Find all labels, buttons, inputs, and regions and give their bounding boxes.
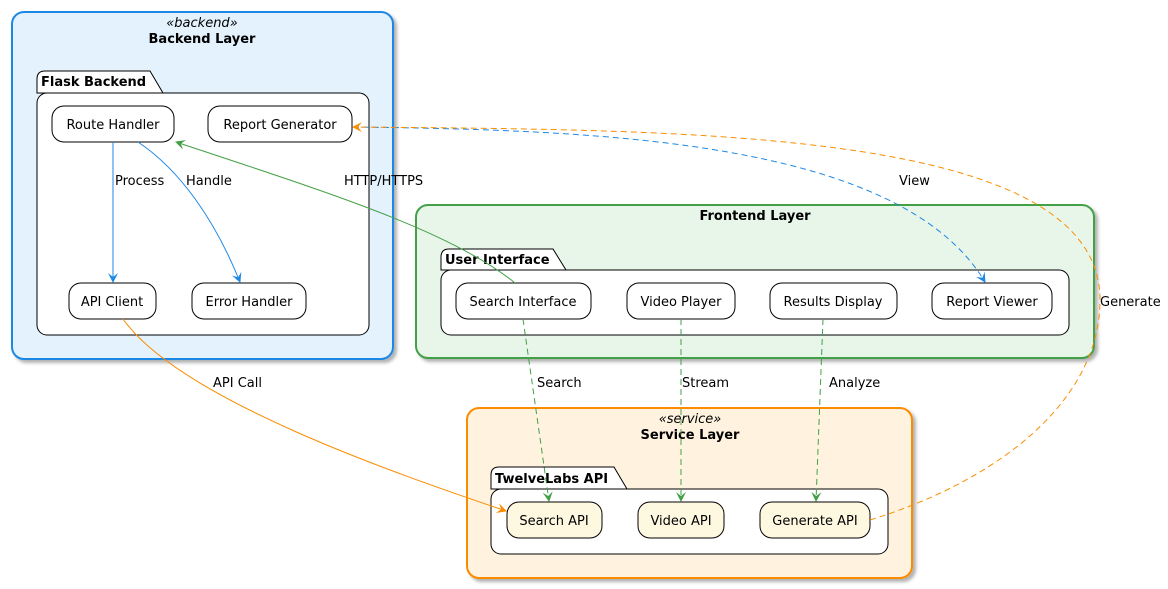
- node-label: API Client: [81, 295, 143, 310]
- node-label: Error Handler: [205, 295, 293, 310]
- node-label: Video API: [650, 514, 711, 529]
- node-label: Search API: [519, 514, 588, 529]
- edge-label-search: Search: [537, 376, 582, 391]
- edge-label-handle: Handle: [186, 174, 232, 189]
- node-results-display[interactable]: Results Display: [769, 282, 898, 320]
- backend-title: Backend Layer: [149, 32, 257, 47]
- node-label: Video Player: [640, 295, 722, 310]
- node-search-interface[interactable]: Search Interface: [455, 282, 592, 320]
- service-title: Service Layer: [641, 428, 741, 443]
- frontend-layer: Frontend Layer User Interface Search Int…: [415, 204, 1095, 359]
- node-video-api[interactable]: Video API: [637, 501, 725, 539]
- edge-label-analyze: Analyze: [829, 376, 880, 391]
- edge-label-view: View: [899, 174, 930, 189]
- node-api-client[interactable]: API Client: [68, 282, 157, 320]
- edge-label-generate: Generate: [1100, 295, 1161, 310]
- node-label: Report Viewer: [946, 295, 1038, 310]
- edge-label-api-call: API Call: [213, 376, 262, 391]
- node-label: Report Generator: [223, 118, 337, 133]
- service-stereotype: «service»: [659, 412, 722, 427]
- edge-label-stream: Stream: [682, 376, 729, 391]
- node-label: Route Handler: [66, 118, 160, 133]
- node-generate-api[interactable]: Generate API: [759, 501, 871, 539]
- node-search-api[interactable]: Search API: [506, 501, 603, 539]
- node-report-generator[interactable]: Report Generator: [207, 105, 353, 143]
- node-label: Search Interface: [470, 295, 577, 310]
- backend-stereotype: «backend»: [166, 16, 237, 31]
- edge-label-http: HTTP/HTTPS: [344, 174, 423, 189]
- frontend-title: Frontend Layer: [699, 209, 811, 224]
- flask-backend-label: Flask Backend: [41, 75, 146, 90]
- node-label: Generate API: [772, 514, 857, 529]
- node-route-handler[interactable]: Route Handler: [51, 105, 175, 143]
- service-layer: «service» Service Layer TwelveLabs API S…: [466, 407, 913, 579]
- node-error-handler[interactable]: Error Handler: [191, 282, 307, 320]
- twelvelabs-label: TwelveLabs API: [495, 472, 608, 487]
- node-report-viewer[interactable]: Report Viewer: [931, 282, 1053, 320]
- user-interface-label: User Interface: [445, 253, 550, 268]
- edge-label-process: Process: [115, 174, 165, 189]
- architecture-diagram: «backend» Backend Layer Flask Backend Ro…: [11, 11, 1161, 579]
- node-label: Results Display: [784, 295, 883, 310]
- node-video-player[interactable]: Video Player: [626, 282, 736, 320]
